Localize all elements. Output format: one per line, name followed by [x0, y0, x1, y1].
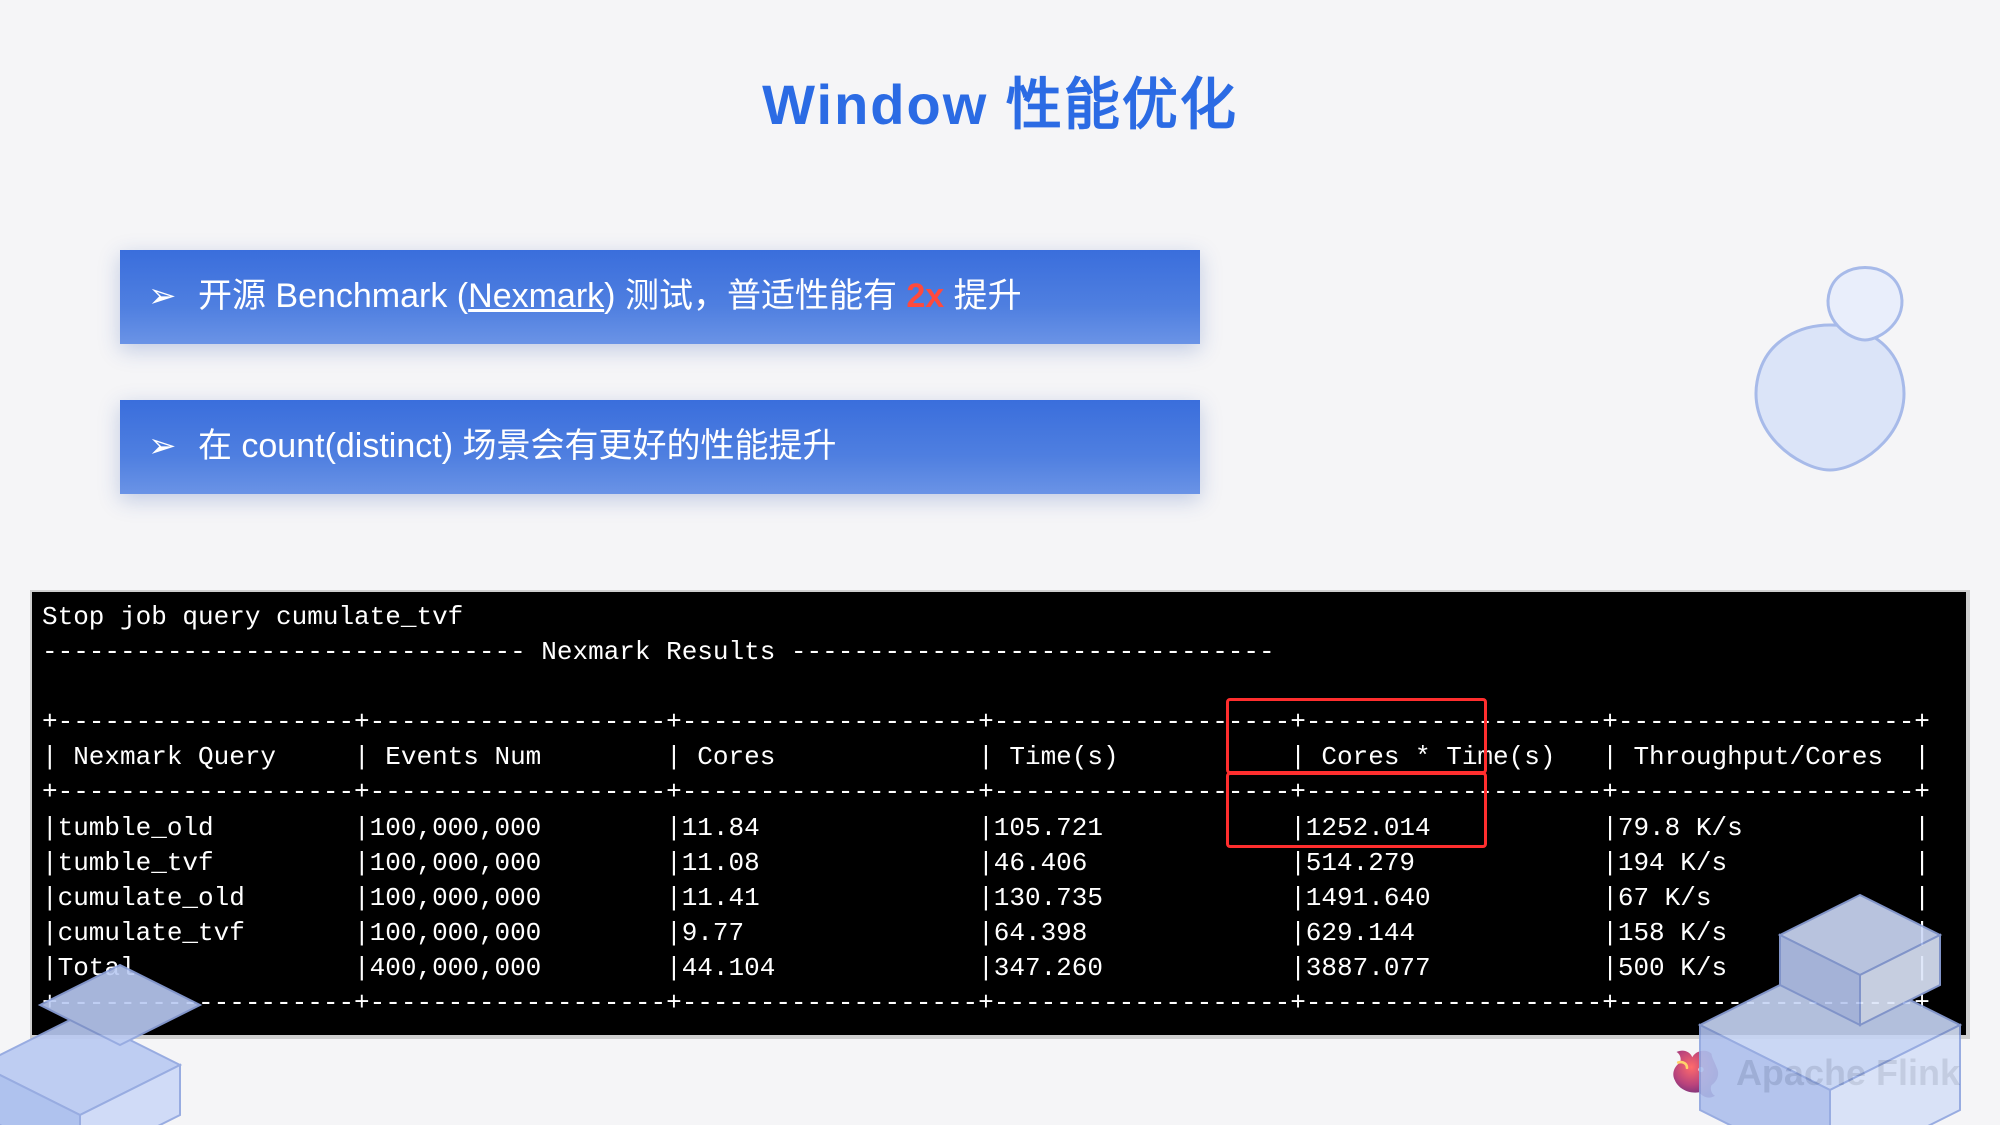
table-row: |Total |400,000,000 |44.104 |347.260 |38… [42, 953, 1930, 983]
slide: Window 性能优化 ➢ 开源 Benchmark (Nexmark) 测试，… [0, 0, 2000, 1125]
bullet-count-distinct: ➢ 在 count(distinct) 场景会有更好的性能提升 [120, 400, 1200, 494]
bullet-text: 提升 [944, 277, 1021, 315]
table-row: |cumulate_tvf |100,000,000 |9.77 |64.398… [42, 918, 1930, 948]
terminal-line: | Nexmark Query | Events Num | Cores | T… [42, 742, 1930, 772]
bullet-text: 开源 Benchmark ( [198, 277, 468, 315]
decoration-top-right [1700, 250, 2000, 590]
table-row: |tumble_old |100,000,000 |11.84 |105.721… [42, 813, 1930, 843]
bullet-benchmark: ➢ 开源 Benchmark (Nexmark) 测试，普适性能有 2x 提升 [120, 250, 1200, 344]
terminal-line: ------------------------------- Nexmark … [42, 637, 1275, 667]
bullet-arrow-icon: ➢ [148, 274, 177, 320]
bullet-highlight: 2x [906, 277, 944, 315]
table-row: |cumulate_old |100,000,000 |11.41 |130.7… [42, 883, 1930, 913]
terminal-line: +-------------------+-------------------… [42, 707, 1930, 737]
logo-text: Apache Flink [1736, 1052, 1960, 1094]
terminal-line: +-------------------+-------------------… [42, 777, 1930, 807]
table-row: |tumble_tvf |100,000,000 |11.08 |46.406 … [42, 848, 1930, 878]
bullet-arrow-icon: ➢ [148, 424, 177, 470]
nexmark-link[interactable]: Nexmark [468, 277, 604, 315]
flink-squirrel-icon [1666, 1045, 1722, 1101]
slide-title: Window 性能优化 [0, 60, 2000, 141]
terminal-line: Stop job query cumulate_tvf [42, 602, 463, 632]
apache-flink-logo: Apache Flink [1666, 1045, 1960, 1101]
bullet-text: ) 测试，普适性能有 [604, 277, 906, 315]
bullet-text: 在 count(distinct) 场景会有更好的性能提升 [198, 427, 837, 465]
terminal-line: +-------------------+-------------------… [42, 988, 1930, 1018]
terminal-output: Stop job query cumulate_tvf ------------… [30, 590, 1970, 1039]
